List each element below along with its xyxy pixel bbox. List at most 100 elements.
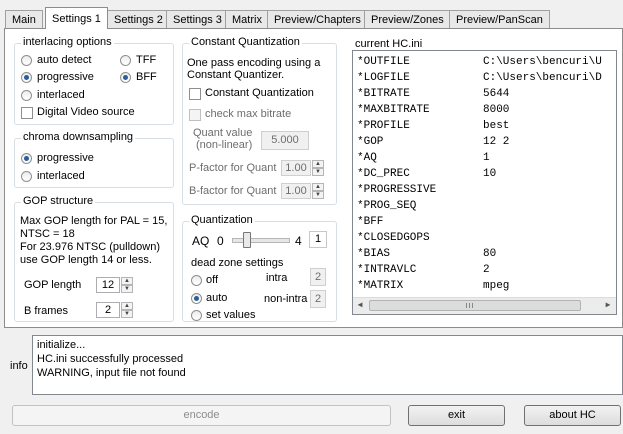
ini-key: *MATRIX — [357, 280, 404, 292]
ini-value: 80 — [483, 248, 497, 260]
radio-deadzone-off[interactable] — [191, 275, 202, 286]
ini-value: 2 — [483, 264, 490, 276]
quant-value-input[interactable]: 5.000 — [261, 131, 309, 150]
digital-video-source-label: Digital Video source — [37, 106, 135, 118]
radio-chroma-progressive[interactable] — [21, 153, 32, 164]
ini-value: mpeg — [483, 280, 510, 292]
deadzone-auto-label: auto — [206, 292, 228, 304]
encode-button[interactable]: encode — [12, 405, 391, 426]
hc-ini-listbox[interactable]: *OUTFILE C:\Users\bencuri\U *LOGFILE C:\Use… — [352, 50, 617, 315]
info-label: info — [10, 360, 28, 372]
ini-value: C:\Users\bencuri\U — [483, 56, 602, 68]
deadzone-off-label: off — [206, 274, 219, 286]
check-max-bitrate-label: check max bitrate — [205, 108, 292, 120]
aq-value-display: 1 — [309, 231, 327, 248]
chroma-interlaced-label: interlaced — [37, 170, 85, 182]
tff-label: TFF — [136, 54, 157, 66]
ini-key: *CLOSEDGOPS — [357, 232, 430, 244]
interlaced-label: interlaced — [37, 89, 85, 101]
about-hc-button[interactable]: about HC — [524, 405, 621, 426]
tab-preview-chapters[interactable]: Preview/Chapters — [267, 10, 368, 28]
checkbox-constant-quantization[interactable] — [189, 88, 201, 100]
gop-info-line-2: NTSC = 18 — [20, 228, 75, 240]
intra-label: intra — [266, 272, 288, 284]
cq-desc-line-2: Constant Quantizer. — [187, 69, 285, 81]
radio-auto-detect[interactable] — [21, 55, 32, 66]
radio-chroma-interlaced[interactable] — [21, 171, 32, 182]
gop-info-line-4: use GOP length 14 or less. — [20, 254, 152, 266]
aq-slider-track[interactable] — [232, 238, 290, 243]
scroll-left-icon[interactable]: ◀ — [353, 298, 367, 313]
ini-value: 5644 — [483, 88, 510, 100]
aq-label: AQ — [192, 234, 210, 248]
tab-matrix[interactable]: Matrix — [225, 10, 269, 28]
hc-ini-scroll-thumb[interactable] — [369, 300, 581, 311]
tab-preview-panscan[interactable]: Preview/PanScan — [449, 10, 550, 28]
p-factor-label: P-factor for Quant — [189, 162, 277, 174]
gop-info-line-1: Max GOP length for PAL = 15, — [20, 215, 168, 227]
checkbox-digital-video-source[interactable] — [21, 107, 33, 119]
ini-key: *GOP — [357, 136, 384, 148]
ini-key: *AQ — [357, 152, 377, 164]
tab-settings-2[interactable]: Settings 2 — [107, 10, 170, 28]
tab-main[interactable]: Main — [5, 10, 43, 28]
ini-key: *PROG_SEQ — [357, 200, 417, 212]
ini-key: *BITRATE — [357, 88, 410, 100]
info-log[interactable]: initialize... HC.ini successfully proces… — [32, 335, 623, 395]
p-factor-spinner[interactable]: ▲ ▼ — [312, 160, 324, 176]
constant-quantization-label: Constant Quantization — [205, 87, 314, 99]
log-line: HC.ini successfully processed — [37, 353, 184, 365]
dead-zone-title: dead zone settings — [191, 257, 284, 269]
auto-detect-label: auto detect — [37, 54, 92, 66]
ini-key: *LOGFILE — [357, 72, 410, 84]
aq-min-label: 0 — [217, 234, 224, 248]
hc-ini-horizontal-scrollbar[interactable]: ◀ ▶ — [353, 297, 616, 314]
ini-key: *DC_PREC — [357, 168, 410, 180]
p-factor-input[interactable]: 1.00 — [281, 160, 311, 176]
bframes-spinner[interactable]: ▲ ▼ — [121, 302, 133, 318]
aq-max-label: 4 — [295, 234, 302, 248]
gop-length-spinner[interactable]: ▲ ▼ — [121, 277, 133, 293]
ini-value: 1 — [483, 152, 490, 164]
b-factor-label: B-factor for Quant — [189, 185, 277, 197]
ini-value: 8000 — [483, 104, 510, 116]
ini-key: *INTRAVLC — [357, 264, 417, 276]
bframes-label: B frames — [24, 305, 69, 317]
quant-value-label-2: (non-linear) — [196, 139, 253, 151]
bff-label: BFF — [136, 71, 157, 83]
radio-deadzone-auto[interactable] — [191, 293, 202, 304]
quant-value-label-1: Quant value — [193, 127, 253, 139]
chroma-downsampling-title: chroma downsampling — [21, 131, 136, 143]
b-factor-input[interactable]: 1.00 — [281, 183, 311, 199]
checkbox-check-max-bitrate[interactable] — [189, 109, 201, 121]
gop-info-line-3: For 23.976 NTSC (pulldown) — [20, 241, 161, 253]
tab-settings-1[interactable]: Settings 1 — [45, 7, 108, 29]
non-intra-value-input[interactable]: 2 — [310, 290, 326, 308]
radio-deadzone-set-values[interactable] — [191, 310, 202, 321]
tab-settings-3[interactable]: Settings 3 — [166, 10, 229, 28]
ini-key: *BFF — [357, 216, 384, 228]
bframes-input[interactable]: 2 — [96, 302, 120, 318]
ini-key: *PROGRESSIVE — [357, 184, 437, 196]
progressive-label: progressive — [37, 71, 94, 83]
gop-length-input[interactable]: 12 — [96, 277, 120, 293]
deadzone-set-values-label: set values — [206, 309, 256, 321]
gop-length-label: GOP length — [24, 279, 82, 291]
intra-value-input[interactable]: 2 — [310, 268, 326, 286]
scroll-right-icon[interactable]: ▶ — [601, 298, 615, 313]
log-line: initialize... — [37, 339, 86, 351]
ini-key: *OUTFILE — [357, 56, 410, 68]
b-factor-spinner[interactable]: ▲ ▼ — [312, 183, 324, 199]
ini-value: 12 2 — [483, 136, 510, 148]
interlacing-options-title: interlacing options — [21, 36, 114, 48]
radio-bff[interactable] — [120, 72, 131, 83]
quantization-title: Quantization — [189, 214, 255, 226]
radio-interlaced[interactable] — [21, 90, 32, 101]
radio-progressive[interactable] — [21, 72, 32, 83]
exit-button[interactable]: exit — [408, 405, 505, 426]
ini-key: *PROFILE — [357, 120, 410, 132]
aq-slider-thumb[interactable] — [243, 232, 251, 248]
gop-structure-title: GOP structure — [21, 195, 96, 207]
tab-preview-zones[interactable]: Preview/Zones — [364, 10, 451, 28]
radio-tff[interactable] — [120, 55, 131, 66]
